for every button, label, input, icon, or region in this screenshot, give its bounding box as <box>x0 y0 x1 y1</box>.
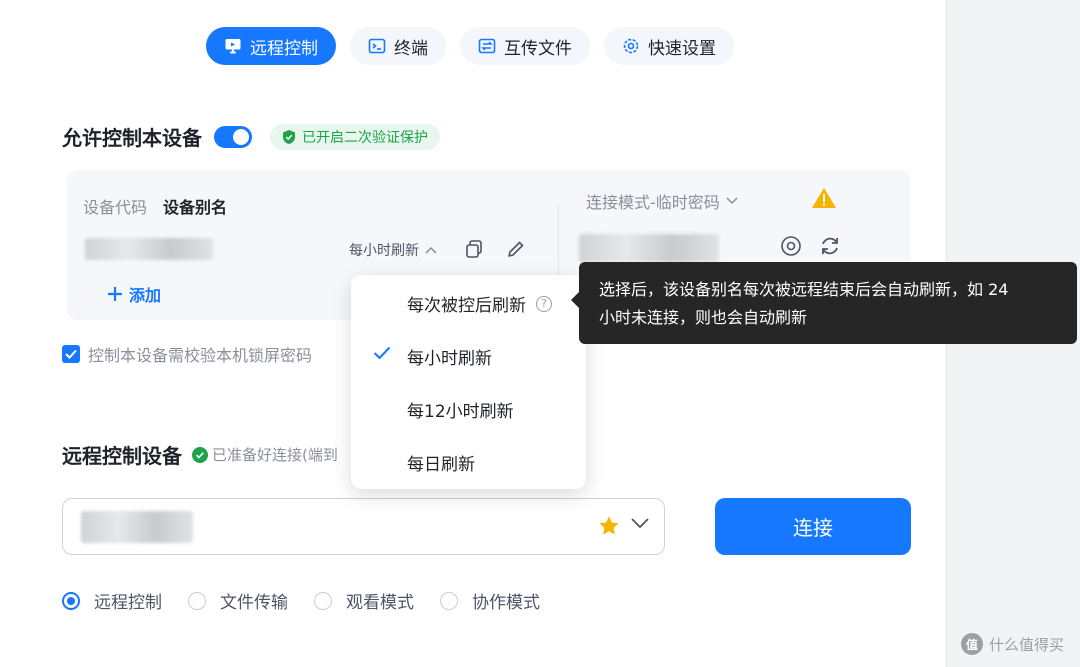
chevron-down-icon <box>726 197 738 205</box>
two-factor-badge: 已开启二次验证保护 <box>270 123 440 150</box>
mode-option-collaborate[interactable]: 协作模式 <box>440 588 540 613</box>
tooltip-line-1: 选择后，该设备别名每次被远程结束后会自动刷新，如 24 <box>599 280 1009 299</box>
tab-label: 快速设置 <box>648 38 716 59</box>
mode-option-remote-control[interactable]: 远程控制 <box>62 588 162 613</box>
dropdown-option-12-hours[interactable]: 每12小时刷新 <box>351 383 586 436</box>
connection-mode-select[interactable]: 连接模式-临时密码 <box>586 189 738 213</box>
connection-mode-options: 远程控制 文件传输 观看模式 协作模式 <box>62 588 540 613</box>
device-code-input[interactable] <box>62 498 665 555</box>
remote-control-title: 远程控制设备 <box>62 444 182 468</box>
monitor-icon <box>225 39 241 54</box>
checkmark-icon <box>373 346 391 360</box>
remote-control-header: 远程控制设备 已准备好连接(端到 <box>62 440 338 469</box>
refresh-frequency-select[interactable]: 每小时刷新 <box>349 240 437 260</box>
file-transfer-icon <box>478 38 496 54</box>
watermark: 值 什么值得买 <box>960 633 1064 655</box>
edit-button[interactable] <box>504 237 528 261</box>
show-password-button[interactable] <box>779 234 803 258</box>
radio-file-transfer[interactable] <box>188 591 206 610</box>
temp-password-redacted <box>579 234 719 262</box>
two-factor-badge-text: 已开启二次验证保护 <box>302 129 428 146</box>
mode-label: 文件传输 <box>220 593 288 613</box>
tab-device-alias[interactable]: 设备别名 <box>163 194 227 218</box>
top-tabs: 远程控制 终端 互传文件 快速设置 <box>206 27 734 65</box>
tab-quick-settings[interactable]: 快速设置 <box>604 27 734 65</box>
refresh-password-button[interactable] <box>818 234 842 258</box>
mode-label: 观看模式 <box>346 593 414 613</box>
tooltip-line-2: 小时未连接，则也会自动刷新 <box>599 308 808 327</box>
radio-watch[interactable] <box>314 591 332 610</box>
connect-button[interactable]: 连接 <box>715 498 911 555</box>
mode-label: 远程控制 <box>94 593 162 613</box>
lockscreen-verify-checkbox[interactable] <box>62 345 80 363</box>
chevron-up-icon <box>425 246 437 254</box>
tab-terminal[interactable]: 终端 <box>350 27 446 65</box>
dropdown-option-label: 每日刷新 <box>407 455 475 475</box>
checkmark-icon <box>65 349 77 359</box>
refresh-frequency-dropdown: 每次被控后刷新 ? 每小时刷新 每12小时刷新 每日刷新 <box>351 275 586 489</box>
radio-collaborate[interactable] <box>440 591 458 610</box>
tab-label: 远程控制 <box>250 38 318 59</box>
terminal-icon <box>368 38 386 54</box>
plus-icon <box>108 287 122 301</box>
chevron-down-icon[interactable] <box>630 517 650 529</box>
dropdown-option-after-each-control[interactable]: 每次被控后刷新 ? <box>351 277 586 330</box>
connection-status: 已准备好连接(端到 <box>192 444 338 465</box>
dropdown-option-label: 每小时刷新 <box>407 349 492 369</box>
shield-check-icon <box>283 129 295 144</box>
help-icon[interactable]: ? <box>536 295 552 312</box>
radio-remote-control[interactable] <box>62 591 80 610</box>
device-card-tabs: 设备代码 设备别名 <box>83 194 227 218</box>
pencil-icon <box>508 241 524 257</box>
connection-status-text: 已准备好连接(端到 <box>212 446 338 464</box>
watermark-logo-icon: 值 <box>960 633 983 655</box>
tab-device-code[interactable]: 设备代码 <box>83 194 147 218</box>
lockscreen-verify-row: 控制本设备需校验本机锁屏密码 <box>62 342 312 366</box>
add-alias-label: 添加 <box>129 286 162 305</box>
refresh-frequency-value: 每小时刷新 <box>349 243 419 259</box>
copy-icon <box>466 240 482 258</box>
allow-control-toggle[interactable] <box>214 125 252 148</box>
eye-icon <box>781 236 801 256</box>
mode-option-file-transfer[interactable]: 文件传输 <box>188 588 288 613</box>
tab-label: 互传文件 <box>504 38 572 59</box>
tab-label: 终端 <box>394 38 428 59</box>
add-alias-button[interactable]: 添加 <box>107 282 161 306</box>
allow-control-row: 允许控制本设备 已开启二次验证保护 <box>62 122 440 151</box>
refresh-icon <box>822 237 838 255</box>
connection-mode-value: 连接模式-临时密码 <box>586 193 720 212</box>
dropdown-option-daily[interactable]: 每日刷新 <box>351 436 586 489</box>
check-circle-icon <box>192 446 208 463</box>
tab-remote-control[interactable]: 远程控制 <box>206 27 336 65</box>
lockscreen-verify-label: 控制本设备需校验本机锁屏密码 <box>88 346 313 365</box>
dropdown-option-label: 每次被控后刷新 <box>407 296 526 316</box>
watermark-text: 什么值得买 <box>988 635 1064 654</box>
allow-control-title: 允许控制本设备 <box>62 126 202 150</box>
tab-file-transfer[interactable]: 互传文件 <box>460 27 590 65</box>
device-code-input-redacted <box>81 511 193 543</box>
mode-label: 协作模式 <box>472 593 540 613</box>
dropdown-option-label: 每12小时刷新 <box>407 402 514 422</box>
favorite-star-icon[interactable] <box>598 515 620 537</box>
warning-icon <box>812 188 836 208</box>
device-alias-value-redacted <box>85 238 213 260</box>
dropdown-option-hourly[interactable]: 每小时刷新 <box>351 330 586 383</box>
gear-icon <box>623 38 639 54</box>
copy-button[interactable] <box>462 237 486 261</box>
mode-option-watch[interactable]: 观看模式 <box>314 588 414 613</box>
help-tooltip: 选择后，该设备别名每次被远程结束后会自动刷新，如 24 小时未连接，则也会自动刷… <box>571 262 1077 344</box>
